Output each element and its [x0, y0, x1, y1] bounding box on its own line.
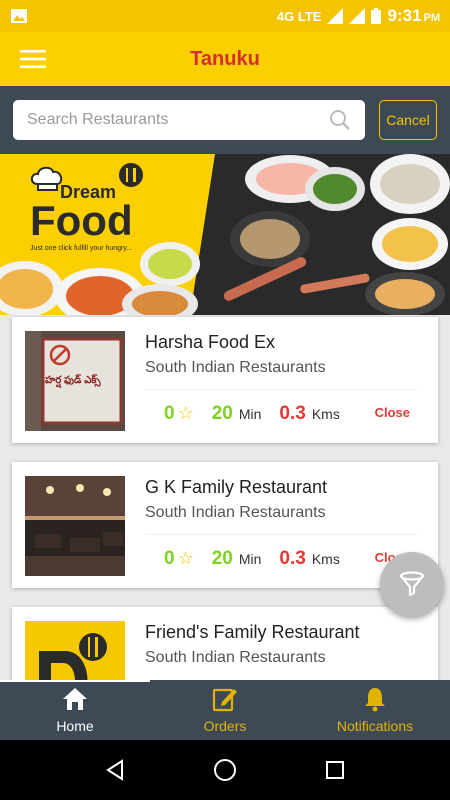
hamburger-icon — [20, 50, 46, 68]
nav-home[interactable]: Home — [0, 680, 150, 740]
app-bar: Tanuku — [0, 32, 450, 86]
time-unit: Min — [238, 551, 262, 567]
restaurant-stats: 0 ☆ 20 Min 0.3 Kms — [164, 403, 340, 425]
nav-notifications[interactable]: Notifications — [300, 680, 450, 740]
page-title: Tanuku — [190, 47, 260, 70]
dream-food-logo: Dream Food Just one click fulfill your h… — [30, 163, 143, 252]
circle-home-icon — [214, 759, 236, 781]
status-bar: 4G LTE 9:31 PM — [0, 0, 450, 32]
restaurant-name: Friend's Family Restaurant — [145, 622, 360, 642]
back-button[interactable] — [95, 750, 135, 790]
restaurant-card[interactable]: Friend's Family Restaurant South Indian … — [12, 607, 438, 680]
menu-button[interactable] — [0, 32, 66, 86]
chef-hat-icon — [30, 166, 63, 191]
recents-button[interactable] — [315, 750, 355, 790]
edit-icon — [212, 688, 237, 712]
distance-value: 0.3 — [279, 548, 306, 569]
image-notification-icon — [11, 9, 27, 23]
distance-value: 0.3 — [279, 403, 306, 424]
bell-icon — [365, 688, 385, 712]
restaurant-type: South Indian Restaurants — [145, 504, 326, 521]
cutlery-icon — [119, 163, 143, 187]
cancel-button[interactable]: Cancel — [379, 100, 437, 140]
battery-icon — [371, 8, 382, 24]
nav-label: Notifications — [336, 718, 414, 734]
search-input[interactable] — [27, 111, 329, 129]
restaurant-name: G K Family Restaurant — [145, 477, 328, 497]
clock: 9:31 PM — [387, 6, 440, 25]
rating-value: 0 — [164, 548, 175, 569]
delivery-time: 20 — [211, 403, 233, 424]
bottom-navigation: Home Orders Notifications — [0, 680, 450, 740]
home-icon — [63, 688, 87, 710]
time-unit: Min — [238, 406, 262, 422]
back-icon — [106, 759, 123, 781]
home-system-button[interactable] — [205, 750, 245, 790]
restaurant-name: Harsha Food Ex — [145, 332, 276, 352]
network-indicator: 4G LTE — [276, 8, 322, 24]
search-box — [13, 100, 365, 140]
delivery-time: 20 — [211, 548, 233, 569]
filter-icon — [399, 571, 425, 597]
restaurant-thumbnail: హర్ష ఫుడ్ ఎక్స్ — [25, 331, 125, 431]
distance-unit: Kms — [311, 551, 340, 567]
restaurant-type: South Indian Restaurants — [145, 649, 326, 666]
search-bar: Cancel — [0, 86, 450, 154]
promo-banner[interactable]: Dream Food Just one click fulfill your h… — [0, 154, 450, 315]
restaurant-type: South Indian Restaurants — [145, 359, 326, 376]
signal-icon — [327, 8, 344, 24]
recents-icon — [326, 761, 344, 779]
restaurant-stats: 0 ☆ 20 Min 0.3 Kms — [164, 548, 340, 570]
restaurant-card[interactable]: G K Family Restaurant South Indian Resta… — [12, 462, 438, 588]
signal-2-icon — [349, 8, 366, 24]
restaurant-list: హర్ష ఫుడ్ ఎక్స్ Harsha Food Ex South Ind… — [0, 315, 450, 680]
active-tab-indicator — [0, 680, 150, 682]
restaurant-thumbnail — [25, 621, 125, 680]
rating-value: 0 — [164, 403, 175, 424]
search-icon[interactable] — [329, 109, 351, 131]
star-icon: ☆ — [177, 548, 194, 568]
nav-label: Home — [56, 718, 94, 734]
distance-unit: Kms — [311, 406, 340, 422]
restaurant-card[interactable]: హర్ష ఫుడ్ ఎక్స్ Harsha Food Ex South Ind… — [12, 317, 438, 443]
divider — [145, 389, 418, 390]
divider — [145, 534, 418, 535]
system-navigation — [0, 740, 450, 800]
restaurant-thumbnail — [25, 476, 125, 576]
star-icon: ☆ — [177, 403, 194, 423]
status-badge: Close — [374, 405, 410, 420]
nav-label: Orders — [203, 718, 247, 734]
nav-orders[interactable]: Orders — [150, 680, 300, 740]
filter-button[interactable] — [380, 552, 444, 616]
